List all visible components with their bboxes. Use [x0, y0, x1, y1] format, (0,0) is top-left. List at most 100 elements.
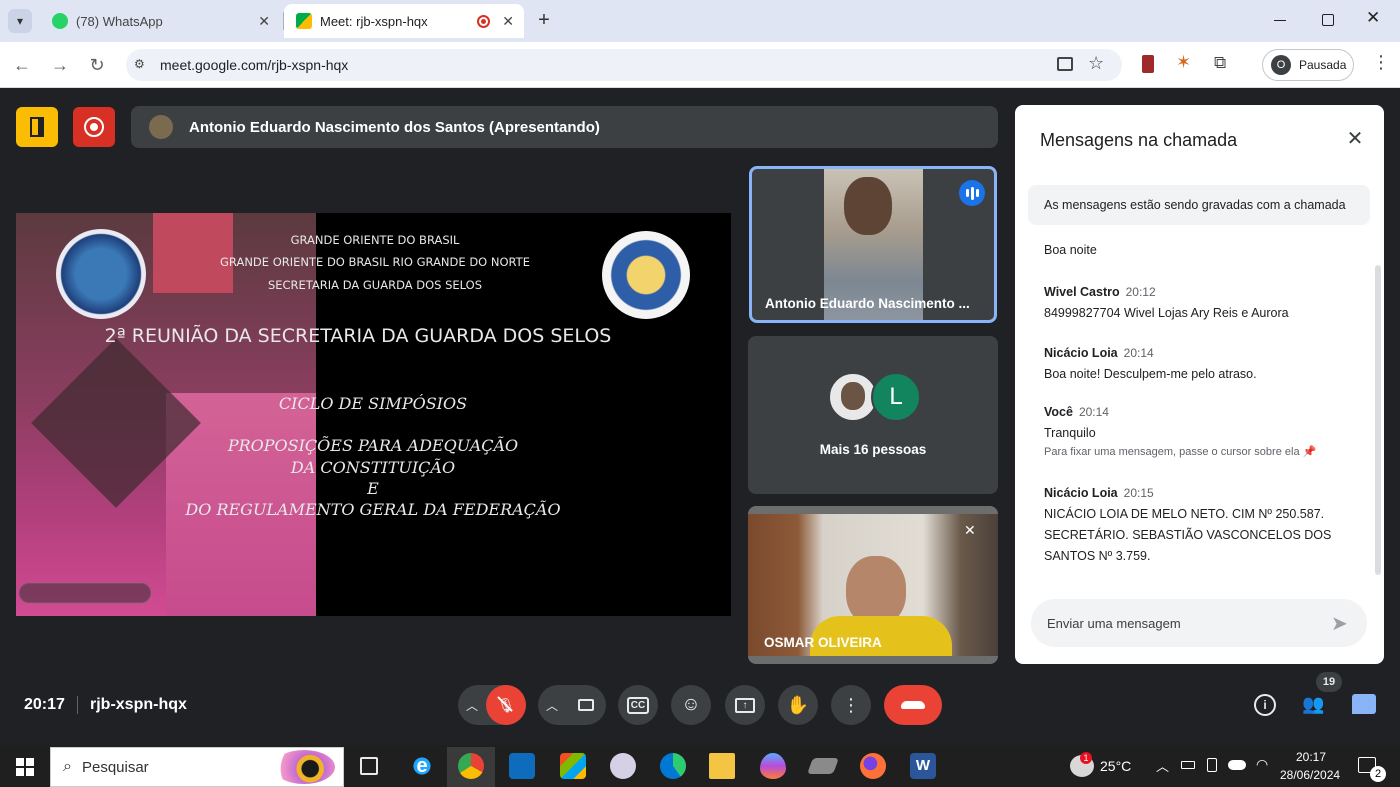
chat-message: Você 20:14 Tranquilo Para fixar uma mensa… — [1044, 403, 1364, 458]
extension-icon[interactable]: ✶ — [1176, 52, 1191, 73]
camera-icon[interactable] — [1057, 57, 1073, 71]
extension-icon[interactable] — [1142, 55, 1154, 73]
app-icon[interactable] — [760, 753, 786, 779]
slide-logo-left — [56, 229, 146, 319]
mail-icon[interactable] — [509, 753, 535, 779]
participant-tile-others[interactable]: L Mais 16 pessoas — [748, 336, 998, 494]
recording-button[interactable] — [73, 107, 115, 147]
presenter-name: Antonio Eduardo Nascimento dos Santos (A… — [189, 118, 600, 136]
more-icon: ⋮ — [842, 694, 860, 715]
close-window-button[interactable]: ✕ — [1366, 8, 1386, 32]
close-chat-button[interactable]: ✕ — [1343, 127, 1367, 151]
store-icon[interactable] — [560, 753, 586, 779]
slide-line-1: GRANDE ORIENTE DO BRASIL — [290, 233, 460, 247]
url-text[interactable]: meet.google.com/rjb-xspn-hqx — [160, 57, 348, 73]
chat-button[interactable] — [1352, 694, 1376, 714]
message-time: 20:15 — [1123, 486, 1154, 500]
back-button[interactable]: ← — [10, 53, 34, 77]
participant-head — [844, 177, 892, 235]
present-button[interactable]: ↑ — [725, 685, 765, 725]
message-time: 20:12 — [1125, 285, 1156, 299]
chat-scrollbar[interactable] — [1375, 265, 1381, 575]
message-sender: Nicácio Loia — [1044, 346, 1118, 360]
tab-whatsapp[interactable]: (78) WhatsApp ✕ — [40, 4, 280, 38]
tab-search-button[interactable]: ▾ — [8, 9, 32, 33]
companion-button[interactable] — [16, 107, 58, 147]
participants-count-badge: 19 — [1316, 672, 1342, 692]
reload-button[interactable]: ↻ — [85, 53, 109, 77]
tab-meet[interactable]: Meet: rjb-xspn-hqx ✕ — [284, 4, 524, 38]
chat-panel: Mensagens na chamada ✕ As mensagens estã… — [1015, 105, 1384, 664]
message-sender: Nicácio Loia — [1044, 486, 1118, 500]
participant-name: Antonio Eduardo Nascimento ... — [765, 296, 970, 311]
reactions-button[interactable]: ☺ — [671, 685, 711, 725]
chevron-up-icon[interactable]: ︿ — [466, 697, 478, 714]
participant-tile-speaker[interactable]: Antonio Eduardo Nascimento ... — [749, 166, 997, 323]
weather-temp[interactable]: 25°C — [1100, 758, 1131, 774]
message-sender: Wivel Castro — [1044, 285, 1120, 299]
chat-message: Nicácio Loia 20:14 Boa noite! Desculpem-m… — [1044, 344, 1364, 385]
maximize-button[interactable] — [1322, 14, 1334, 26]
avatar: O — [1271, 55, 1291, 75]
folder-icon[interactable] — [709, 753, 735, 779]
new-tab-button[interactable]: + — [534, 9, 554, 33]
chat-message: Nicácio Loia 20:15 NICÁCIO LOIA DE MELO N… — [1044, 484, 1364, 567]
notice-text: As mensagens estão sendo gravadas com a … — [1044, 198, 1346, 212]
raise-hand-button[interactable]: ✋ — [778, 685, 818, 725]
record-icon — [84, 117, 104, 137]
search-icon: ⌕ — [63, 758, 72, 775]
message-time: 20:14 — [1078, 405, 1109, 419]
tab-title: (78) WhatsApp — [76, 13, 163, 29]
slide-subtitle: PROPOSIÇÕES PARA ADEQUAÇÃO — [227, 436, 519, 455]
cloud-icon — [1228, 760, 1246, 770]
chrome-icon[interactable] — [458, 753, 484, 779]
message-text: 84999827704 Wivel Lojas Ary Reis e Auror… — [1044, 306, 1289, 320]
people-icon: 👥 — [1302, 694, 1325, 714]
people-button[interactable]: 👥 — [1302, 694, 1328, 716]
info-button[interactable]: i — [1254, 694, 1276, 716]
meeting-divider — [77, 696, 78, 714]
minimize-button[interactable] — [1274, 10, 1294, 30]
clock-date[interactable]: 28/06/2024 — [1280, 768, 1340, 782]
message-input[interactable]: Enviar uma mensagem — [1031, 599, 1367, 647]
phone-hangup-icon — [901, 701, 925, 709]
whatsapp-icon — [52, 13, 68, 29]
close-icon[interactable]: ✕ — [258, 13, 270, 30]
captions-button[interactable]: CC — [618, 685, 658, 725]
star-icon[interactable]: ☆ — [1088, 53, 1104, 74]
profile-button[interactable]: O Pausada — [1262, 49, 1354, 81]
slide-toolbar[interactable] — [19, 583, 151, 603]
device-icon — [1207, 758, 1217, 772]
info-icon: i — [1263, 698, 1267, 712]
site-info-icon[interactable]: ⚙ — [134, 57, 148, 71]
chat-message: Boa noite — [1044, 243, 1097, 257]
others-count-label: Mais 16 pessoas — [819, 442, 927, 457]
participant-tile-osmar[interactable]: ✕ OSMAR OLIVEIRA — [748, 506, 998, 664]
start-button[interactable] — [16, 758, 34, 776]
puzzle-icon[interactable]: ⧉ — [1214, 53, 1226, 73]
leave-call-button[interactable] — [884, 685, 942, 725]
ie-icon[interactable]: e — [409, 753, 435, 779]
mic-toggle-button[interactable]: 🎙 — [486, 685, 526, 725]
edge-icon[interactable] — [660, 753, 686, 779]
camera-group[interactable]: ︿ — [538, 685, 606, 725]
chevron-up-icon[interactable]: ︿ — [546, 697, 558, 714]
slide-line-3: SECRETARIA DA GUARDA DOS SELOS — [267, 278, 483, 292]
send-icon[interactable]: ➤ — [1331, 611, 1348, 636]
mic-off-icon: 🎙 — [497, 695, 515, 714]
menu-icon[interactable]: ⋮ — [1372, 52, 1390, 73]
weather-badge: 1 — [1080, 752, 1092, 764]
task-view-icon[interactable] — [360, 757, 378, 775]
close-icon[interactable]: ✕ — [502, 13, 514, 30]
message-text: NICÁCIO LOIA DE MELO NETO. CIM Nº 250.58… — [1044, 507, 1325, 521]
more-options-button[interactable]: ⋮ — [831, 685, 871, 725]
word-icon[interactable]: W — [910, 753, 936, 779]
tray-chevron-icon[interactable]: ︿ — [1156, 756, 1169, 775]
paint-icon[interactable] — [610, 753, 636, 779]
hand-icon: ✋ — [786, 694, 810, 715]
forward-button[interactable]: → — [48, 53, 72, 77]
taskbar-search[interactable]: ⌕ Pesquisar — [50, 747, 344, 787]
clock-time[interactable]: 20:17 — [1296, 750, 1326, 764]
firefox-icon[interactable] — [860, 753, 886, 779]
message-text: SECRETÁRIO. SEBASTIÃO VASCONCELOS DOS — [1044, 528, 1332, 542]
